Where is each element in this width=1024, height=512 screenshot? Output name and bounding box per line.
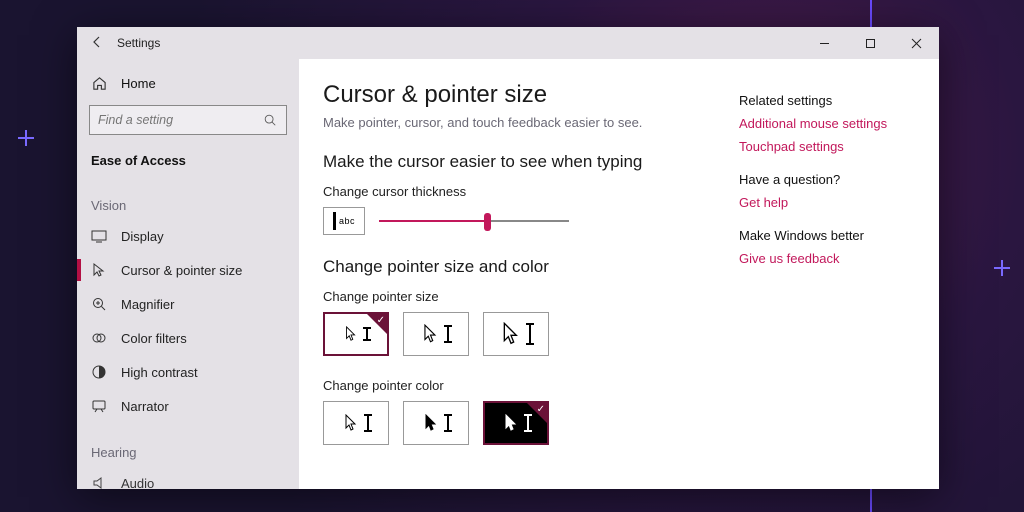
section-cursor-heading: Make the cursor easier to see when typin… bbox=[323, 152, 715, 172]
question-heading: Have a question? bbox=[739, 172, 925, 187]
group-hearing-label: Hearing bbox=[77, 423, 299, 466]
sidebar-item-audio[interactable]: Audio bbox=[77, 466, 299, 489]
link-give-feedback[interactable]: Give us feedback bbox=[739, 251, 925, 266]
desktop-sparkle bbox=[994, 260, 1010, 276]
back-button[interactable] bbox=[77, 35, 117, 52]
cursor-thickness-preview: abc bbox=[323, 207, 365, 235]
titlebar: Settings bbox=[77, 27, 939, 59]
desktop-sparkle bbox=[18, 130, 34, 146]
pointer-color-option-inverted[interactable]: ✓ bbox=[483, 401, 549, 445]
cursor-icon bbox=[91, 262, 107, 278]
link-touchpad-settings[interactable]: Touchpad settings bbox=[739, 139, 925, 154]
related-settings-heading: Related settings bbox=[739, 93, 925, 108]
section-pointer-heading: Change pointer size and color bbox=[323, 257, 715, 277]
category-label: Ease of Access bbox=[77, 141, 299, 176]
pointer-color-label: Change pointer color bbox=[323, 378, 715, 393]
sidebar-item-label: Display bbox=[121, 229, 164, 244]
sidebar-item-magnifier[interactable]: Magnifier bbox=[77, 287, 299, 321]
page-subtitle: Make pointer, cursor, and touch feedback… bbox=[323, 115, 715, 130]
high-contrast-icon bbox=[91, 364, 107, 380]
maximize-button[interactable] bbox=[847, 27, 893, 59]
cursor-thickness-label: Change cursor thickness bbox=[323, 184, 715, 199]
close-button[interactable] bbox=[893, 27, 939, 59]
sidebar-item-label: Color filters bbox=[121, 331, 187, 346]
pointer-size-label: Change pointer size bbox=[323, 289, 715, 304]
pointer-size-option-small[interactable]: ✓ bbox=[323, 312, 389, 356]
sidebar-item-display[interactable]: Display bbox=[77, 219, 299, 253]
search-icon bbox=[262, 112, 278, 128]
sidebar-item-narrator[interactable]: Narrator bbox=[77, 389, 299, 423]
link-additional-mouse-settings[interactable]: Additional mouse settings bbox=[739, 116, 925, 131]
window-title: Settings bbox=[117, 36, 160, 50]
feedback-heading: Make Windows better bbox=[739, 228, 925, 243]
cursor-thickness-slider[interactable] bbox=[379, 209, 569, 233]
sidebar-item-label: Narrator bbox=[121, 399, 169, 414]
color-filters-icon bbox=[91, 330, 107, 346]
sidebar-item-label: Audio bbox=[121, 476, 154, 490]
pointer-color-option-black[interactable] bbox=[403, 401, 469, 445]
sidebar-item-label: High contrast bbox=[121, 365, 198, 380]
home-button[interactable]: Home bbox=[77, 67, 299, 99]
settings-window: Settings Home bbox=[77, 27, 939, 489]
pointer-color-option-white[interactable] bbox=[323, 401, 389, 445]
narrator-icon bbox=[91, 398, 107, 414]
search-box[interactable] bbox=[89, 105, 287, 135]
sidebar-item-label: Cursor & pointer size bbox=[121, 263, 242, 278]
pointer-size-option-large[interactable] bbox=[483, 312, 549, 356]
magnifier-icon bbox=[91, 296, 107, 312]
audio-icon bbox=[91, 475, 107, 489]
sidebar-item-cursor-pointer[interactable]: Cursor & pointer size bbox=[77, 253, 299, 287]
sidebar-item-label: Magnifier bbox=[121, 297, 174, 312]
main-panel: Cursor & pointer size Make pointer, curs… bbox=[299, 59, 739, 489]
pointer-size-option-medium[interactable] bbox=[403, 312, 469, 356]
link-get-help[interactable]: Get help bbox=[739, 195, 925, 210]
sidebar-item-color-filters[interactable]: Color filters bbox=[77, 321, 299, 355]
search-input[interactable] bbox=[98, 113, 262, 127]
home-label: Home bbox=[121, 76, 156, 91]
sidebar-item-high-contrast[interactable]: High contrast bbox=[77, 355, 299, 389]
sidebar: Home Ease of Access Vision Display bbox=[77, 59, 299, 489]
home-icon bbox=[91, 75, 107, 91]
aside-panel: Related settings Additional mouse settin… bbox=[739, 59, 939, 489]
minimize-button[interactable] bbox=[801, 27, 847, 59]
group-vision-label: Vision bbox=[77, 176, 299, 219]
page-title: Cursor & pointer size bbox=[323, 81, 715, 109]
display-icon bbox=[91, 228, 107, 244]
